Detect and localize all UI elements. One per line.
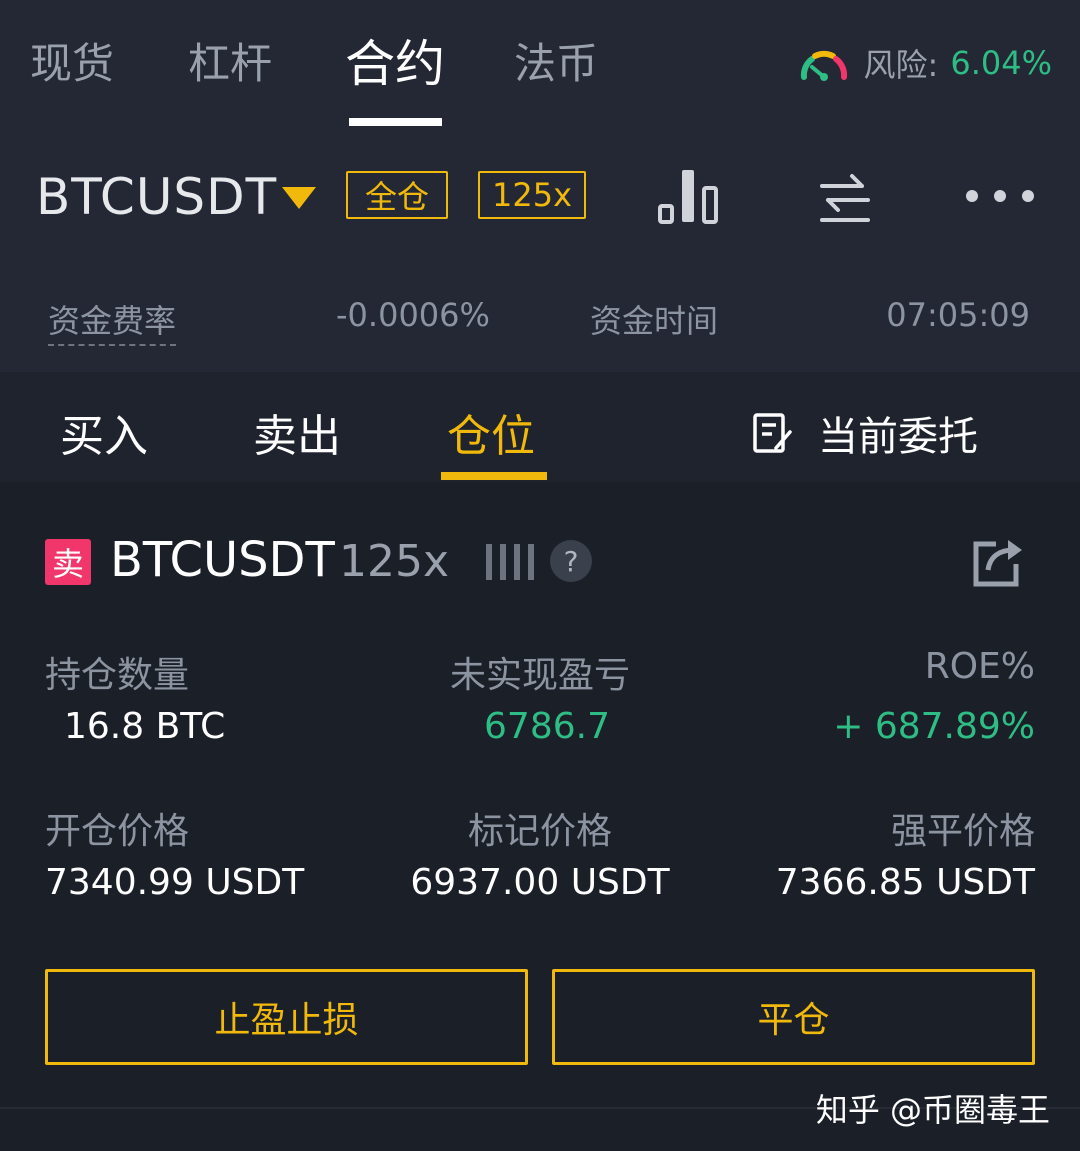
- tab-futures[interactable]: 合约: [345, 24, 445, 96]
- risk-gauge-icon: [800, 50, 847, 81]
- tab-fiat[interactable]: 法币: [514, 30, 598, 91]
- mark-price-label: 标记价格: [467, 811, 612, 852]
- funding-time-label: 资金时间: [590, 302, 719, 340]
- tp-sl-button[interactable]: 止盈止损: [45, 969, 528, 1065]
- position-leverage: 125x: [339, 536, 450, 587]
- funding-rate-label[interactable]: 资金费率: [48, 296, 177, 346]
- share-icon[interactable]: [972, 536, 1024, 588]
- open-orders-icon[interactable]: [752, 410, 794, 454]
- liquidation-price-value: 7366.85 USDT: [775, 862, 1035, 903]
- funding-countdown: 07:05:09: [886, 296, 1030, 334]
- size-value: 16.8 BTC: [64, 706, 226, 747]
- liquidation-price-label: 强平价格: [890, 811, 1035, 852]
- transfer-icon[interactable]: [812, 164, 878, 228]
- caret-down-icon[interactable]: [282, 187, 316, 209]
- position-symbol: BTCUSDT: [110, 532, 335, 588]
- close-position-button[interactable]: 平仓: [552, 969, 1035, 1065]
- open-orders-tab[interactable]: 当前委托: [818, 404, 978, 462]
- funding-info: 资金费率 -0.0006% 资金时间 07:05:09: [0, 290, 1080, 346]
- roe-label: ROE%: [924, 646, 1035, 687]
- active-tab-underline: [349, 118, 442, 126]
- pnl-value: 6786.7: [484, 706, 610, 747]
- risk-label: 风险:: [863, 46, 939, 84]
- help-icon[interactable]: ?: [550, 540, 592, 582]
- size-label: 持仓数量: [45, 655, 190, 696]
- roe-value: + 687.89%: [833, 706, 1035, 747]
- position-card: 卖 BTCUSDT 125x ? 持仓数量 未实现盈亏 ROE% 16.8 BT…: [0, 482, 1080, 1107]
- order-tabs: 买入 卖出 仓位 当前委托: [0, 372, 1080, 482]
- tab-buy[interactable]: 买入: [60, 400, 148, 464]
- tab-spot[interactable]: 现货: [30, 30, 114, 91]
- main-tabs: 现货 杠杆 合约 法币 风险: 6.04%: [0, 0, 1080, 130]
- top-section: 现货 杠杆 合约 法币 风险: 6.04% BTCUSDT 全仓 125x 资金…: [0, 0, 1080, 372]
- tab-margin[interactable]: 杠杆: [188, 30, 272, 91]
- sell-side-badge: 卖: [45, 539, 91, 585]
- chart-icon[interactable]: [658, 164, 724, 228]
- tab-positions[interactable]: 仓位: [447, 400, 535, 464]
- tab-sell[interactable]: 卖出: [253, 400, 341, 464]
- symbol-selector[interactable]: BTCUSDT: [36, 168, 277, 226]
- mark-price-value: 6937.00 USDT: [410, 862, 670, 903]
- entry-price-label: 开仓价格: [45, 811, 190, 852]
- risk-value: 6.04%: [950, 44, 1052, 82]
- pnl-label: 未实现盈亏: [449, 655, 630, 696]
- leverage-button[interactable]: 125x: [478, 171, 586, 219]
- risk-indicator[interactable]: 风险: 6.04%: [798, 38, 1052, 88]
- symbol-row: BTCUSDT 全仓 125x: [0, 150, 1080, 242]
- funding-rate-value: -0.0006%: [336, 296, 490, 334]
- more-options-icon[interactable]: [962, 164, 1038, 228]
- futures-position-screen: 现货 杠杆 合约 法币 风险: 6.04% BTCUSDT 全仓 125x 资金…: [0, 0, 1080, 1151]
- adl-indicator-icon: [486, 544, 534, 580]
- entry-price-value: 7340.99 USDT: [45, 862, 305, 903]
- active-order-tab-underline: [441, 472, 547, 480]
- watermark: 知乎 @币圈毒王: [815, 1091, 1050, 1129]
- margin-mode-button[interactable]: 全仓: [346, 171, 448, 219]
